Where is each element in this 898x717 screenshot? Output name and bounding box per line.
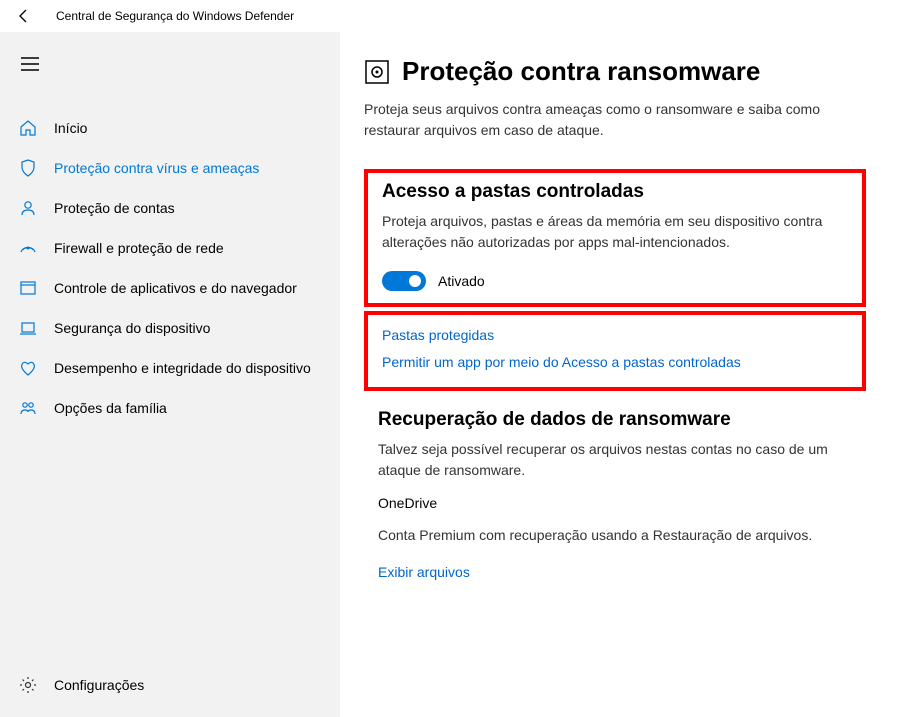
protected-folders-link[interactable]: Pastas protegidas — [382, 323, 848, 348]
sidebar: Início Proteção contra vírus e ameaças P… — [0, 32, 340, 717]
app-title: Central de Segurança do Windows Defender — [56, 9, 294, 23]
sidebar-item-label: Controle de aplicativos e do navegador — [54, 280, 297, 296]
browser-icon — [18, 278, 38, 298]
sidebar-item-label: Início — [54, 120, 87, 136]
shield-icon — [18, 158, 38, 178]
toggle-knob — [409, 275, 421, 287]
device-icon — [18, 318, 38, 338]
sidebar-item-browser[interactable]: Controle de aplicativos e do navegador — [0, 268, 340, 308]
page-title: Proteção contra ransomware — [402, 56, 760, 87]
allow-app-link[interactable]: Permitir um app por meio do Acesso a pas… — [382, 350, 848, 375]
sidebar-item-label: Proteção contra vírus e ameaças — [54, 160, 259, 176]
page-description: Proteja seus arquivos contra ameaças com… — [364, 99, 866, 141]
sidebar-item-home[interactable]: Início — [0, 108, 340, 148]
sidebar-item-settings[interactable]: Configurações — [0, 665, 340, 705]
sidebar-item-device-security[interactable]: Segurança do dispositivo — [0, 308, 340, 348]
folder-access-toggle[interactable] — [382, 271, 426, 291]
gear-icon — [18, 675, 38, 695]
main-content: Proteção contra ransomware Proteja seus … — [340, 32, 898, 717]
sidebar-item-label: Proteção de contas — [54, 200, 175, 216]
account-icon — [18, 198, 38, 218]
sidebar-item-family[interactable]: Opções da família — [0, 388, 340, 428]
folder-access-section: Acesso a pastas controladas Proteja arqu… — [364, 169, 866, 307]
sidebar-item-label: Desempenho e integridade do dispositivo — [54, 360, 311, 376]
recovery-section: Recuperação de dados de ransomware Talve… — [364, 395, 866, 585]
sidebar-item-label: Opções da família — [54, 400, 167, 416]
recovery-account-desc: Conta Premium com recuperação usando a R… — [378, 525, 852, 546]
family-icon — [18, 398, 38, 418]
sidebar-item-account[interactable]: Proteção de contas — [0, 188, 340, 228]
toggle-label: Ativado — [438, 273, 485, 289]
recovery-title: Recuperação de dados de ransomware — [378, 409, 852, 431]
folder-access-links: Pastas protegidas Permitir um app por me… — [364, 311, 866, 391]
back-button[interactable] — [8, 0, 40, 32]
hamburger-button[interactable] — [10, 44, 50, 84]
health-icon — [18, 358, 38, 378]
sidebar-item-firewall[interactable]: Firewall e proteção de rede — [0, 228, 340, 268]
recovery-service: OneDrive — [378, 495, 852, 511]
titlebar: Central de Segurança do Windows Defender — [0, 0, 898, 32]
sidebar-item-label: Configurações — [54, 677, 144, 693]
hamburger-icon — [21, 57, 39, 71]
ransomware-icon — [364, 59, 390, 85]
sidebar-item-label: Firewall e proteção de rede — [54, 240, 224, 256]
sidebar-item-label: Segurança do dispositivo — [54, 320, 210, 336]
sidebar-item-virus[interactable]: Proteção contra vírus e ameaças — [0, 148, 340, 188]
folder-access-description: Proteja arquivos, pastas e áreas da memó… — [382, 211, 848, 253]
recovery-description: Talvez seja possível recuperar os arquiv… — [378, 439, 852, 481]
arrow-left-icon — [16, 8, 32, 24]
home-icon — [18, 118, 38, 138]
sidebar-item-health[interactable]: Desempenho e integridade do dispositivo — [0, 348, 340, 388]
network-icon — [18, 238, 38, 258]
view-files-link[interactable]: Exibir arquivos — [378, 560, 852, 585]
folder-access-title: Acesso a pastas controladas — [382, 181, 848, 203]
